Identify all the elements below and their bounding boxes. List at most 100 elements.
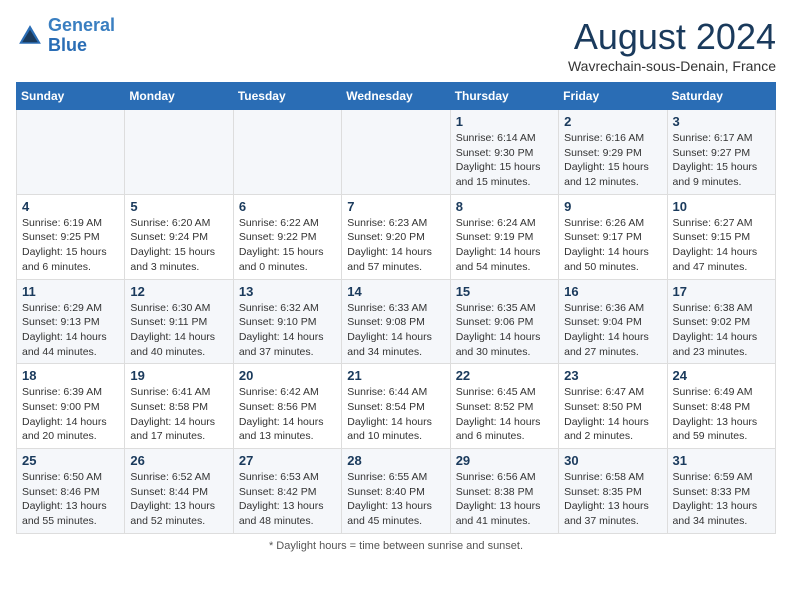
- page-header: General Blue August 2024 Wavrechain-sous…: [16, 16, 776, 74]
- day-number: 5: [130, 199, 227, 214]
- location: Wavrechain-sous-Denain, France: [568, 58, 776, 74]
- logo-text: General Blue: [48, 16, 115, 56]
- calendar-cell: 10 Sunrise: 6:27 AM Sunset: 9:15 PM Dayli…: [667, 194, 775, 279]
- day-info: Sunrise: 6:42 AM Sunset: 8:56 PM Dayligh…: [239, 385, 336, 444]
- day-info: Sunrise: 6:24 AM Sunset: 9:19 PM Dayligh…: [456, 216, 553, 275]
- day-info: Sunrise: 6:17 AM Sunset: 9:27 PM Dayligh…: [673, 131, 770, 190]
- col-header-monday: Monday: [125, 83, 233, 110]
- day-info: Sunrise: 6:59 AM Sunset: 8:33 PM Dayligh…: [673, 470, 770, 529]
- calendar-cell: [125, 110, 233, 195]
- day-info: Sunrise: 6:27 AM Sunset: 9:15 PM Dayligh…: [673, 216, 770, 275]
- day-number: 15: [456, 284, 553, 299]
- week-row-3: 11Sunrise: 6:29 AM Sunset: 9:13 PM Dayli…: [17, 279, 776, 364]
- footer-note-text: Daylight hours: [276, 540, 346, 552]
- calendar-cell: 15 Sunrise: 6:35 AM Sunset: 9:06 PM Dayli…: [450, 279, 558, 364]
- day-number: 27: [239, 453, 336, 468]
- calendar-cell: [17, 110, 125, 195]
- calendar-cell: 29 Sunrise: 6:56 AM Sunset: 8:38 PM Dayli…: [450, 449, 558, 534]
- calendar-cell: 30Sunrise: 6:58 AM Sunset: 8:35 PM Dayli…: [559, 449, 667, 534]
- day-number: 26: [130, 453, 227, 468]
- day-number: 16: [564, 284, 661, 299]
- calendar-cell: 22 Sunrise: 6:45 AM Sunset: 8:52 PM Dayli…: [450, 364, 558, 449]
- calendar-cell: [233, 110, 341, 195]
- day-info: Sunrise: 6:35 AM Sunset: 9:06 PM Dayligh…: [456, 301, 553, 360]
- day-number: 9: [564, 199, 661, 214]
- day-info: Sunrise: 6:14 AM Sunset: 9:30 PM Dayligh…: [456, 131, 553, 190]
- day-info: Sunrise: 6:23 AM Sunset: 9:20 PM Dayligh…: [347, 216, 444, 275]
- day-number: 6: [239, 199, 336, 214]
- day-info: Sunrise: 6:16 AM Sunset: 9:29 PM Dayligh…: [564, 131, 661, 190]
- calendar-table: SundayMondayTuesdayWednesdayThursdayFrid…: [16, 82, 776, 534]
- day-number: 21: [347, 368, 444, 383]
- day-number: 14: [347, 284, 444, 299]
- calendar-cell: 14 Sunrise: 6:33 AM Sunset: 9:08 PM Dayli…: [342, 279, 450, 364]
- day-number: 19: [130, 368, 227, 383]
- day-number: 8: [456, 199, 553, 214]
- day-info: Sunrise: 6:38 AM Sunset: 9:02 PM Dayligh…: [673, 301, 770, 360]
- day-info: Sunrise: 6:47 AM Sunset: 8:50 PM Dayligh…: [564, 385, 661, 444]
- day-number: 13: [239, 284, 336, 299]
- day-number: 23: [564, 368, 661, 383]
- day-number: 10: [673, 199, 770, 214]
- week-row-2: 4 Sunrise: 6:19 AM Sunset: 9:25 PM Daylig…: [17, 194, 776, 279]
- calendar-cell: 8 Sunrise: 6:24 AM Sunset: 9:19 PM Daylig…: [450, 194, 558, 279]
- calendar-cell: 9 Sunrise: 6:26 AM Sunset: 9:17 PM Daylig…: [559, 194, 667, 279]
- day-info: Sunrise: 6:52 AM Sunset: 8:44 PM Dayligh…: [130, 470, 227, 529]
- day-number: 1: [456, 114, 553, 129]
- calendar-cell: 5 Sunrise: 6:20 AM Sunset: 9:24 PM Daylig…: [125, 194, 233, 279]
- day-info: Sunrise: 6:26 AM Sunset: 9:17 PM Dayligh…: [564, 216, 661, 275]
- calendar-cell: 17 Sunrise: 6:38 AM Sunset: 9:02 PM Dayli…: [667, 279, 775, 364]
- day-number: 28: [347, 453, 444, 468]
- day-info: Sunrise: 6:30 AM Sunset: 9:11 PM Dayligh…: [130, 301, 227, 360]
- day-number: 11: [22, 284, 119, 299]
- col-header-tuesday: Tuesday: [233, 83, 341, 110]
- title-block: August 2024 Wavrechain-sous-Denain, Fran…: [568, 16, 776, 74]
- day-number: 24: [673, 368, 770, 383]
- day-info: Sunrise: 6:49 AM Sunset: 8:48 PM Dayligh…: [673, 385, 770, 444]
- col-header-wednesday: Wednesday: [342, 83, 450, 110]
- day-info: Sunrise: 6:45 AM Sunset: 8:52 PM Dayligh…: [456, 385, 553, 444]
- calendar-cell: [342, 110, 450, 195]
- day-number: 22: [456, 368, 553, 383]
- calendar-cell: 7Sunrise: 6:23 AM Sunset: 9:20 PM Daylig…: [342, 194, 450, 279]
- calendar-cell: 19 Sunrise: 6:41 AM Sunset: 8:58 PM Dayli…: [125, 364, 233, 449]
- col-header-thursday: Thursday: [450, 83, 558, 110]
- day-number: 29: [456, 453, 553, 468]
- calendar-cell: 16Sunrise: 6:36 AM Sunset: 9:04 PM Dayli…: [559, 279, 667, 364]
- day-info: Sunrise: 6:19 AM Sunset: 9:25 PM Dayligh…: [22, 216, 119, 275]
- day-number: 12: [130, 284, 227, 299]
- day-info: Sunrise: 6:20 AM Sunset: 9:24 PM Dayligh…: [130, 216, 227, 275]
- calendar-cell: 20Sunrise: 6:42 AM Sunset: 8:56 PM Dayli…: [233, 364, 341, 449]
- col-header-sunday: Sunday: [17, 83, 125, 110]
- day-info: Sunrise: 6:41 AM Sunset: 8:58 PM Dayligh…: [130, 385, 227, 444]
- week-row-1: 1 Sunrise: 6:14 AM Sunset: 9:30 PM Daylig…: [17, 110, 776, 195]
- calendar-cell: 24 Sunrise: 6:49 AM Sunset: 8:48 PM Dayli…: [667, 364, 775, 449]
- week-row-5: 25 Sunrise: 6:50 AM Sunset: 8:46 PM Dayli…: [17, 449, 776, 534]
- month-title: August 2024: [568, 16, 776, 58]
- calendar-cell: 1 Sunrise: 6:14 AM Sunset: 9:30 PM Daylig…: [450, 110, 558, 195]
- calendar-cell: 12 Sunrise: 6:30 AM Sunset: 9:11 PM Dayli…: [125, 279, 233, 364]
- day-info: Sunrise: 6:55 AM Sunset: 8:40 PM Dayligh…: [347, 470, 444, 529]
- day-info: Sunrise: 6:32 AM Sunset: 9:10 PM Dayligh…: [239, 301, 336, 360]
- calendar-cell: 23 Sunrise: 6:47 AM Sunset: 8:50 PM Dayli…: [559, 364, 667, 449]
- week-row-4: 18 Sunrise: 6:39 AM Sunset: 9:00 PM Dayli…: [17, 364, 776, 449]
- calendar-cell: 25 Sunrise: 6:50 AM Sunset: 8:46 PM Dayli…: [17, 449, 125, 534]
- calendar-cell: 21 Sunrise: 6:44 AM Sunset: 8:54 PM Dayli…: [342, 364, 450, 449]
- day-number: 4: [22, 199, 119, 214]
- col-header-friday: Friday: [559, 83, 667, 110]
- calendar-cell: 3Sunrise: 6:17 AM Sunset: 9:27 PM Daylig…: [667, 110, 775, 195]
- logo: General Blue: [16, 16, 115, 56]
- day-info: Sunrise: 6:33 AM Sunset: 9:08 PM Dayligh…: [347, 301, 444, 360]
- day-info: Sunrise: 6:39 AM Sunset: 9:00 PM Dayligh…: [22, 385, 119, 444]
- day-number: 25: [22, 453, 119, 468]
- day-number: 17: [673, 284, 770, 299]
- day-info: Sunrise: 6:50 AM Sunset: 8:46 PM Dayligh…: [22, 470, 119, 529]
- calendar-cell: 18 Sunrise: 6:39 AM Sunset: 9:00 PM Dayli…: [17, 364, 125, 449]
- day-info: Sunrise: 6:56 AM Sunset: 8:38 PM Dayligh…: [456, 470, 553, 529]
- calendar-cell: 2Sunrise: 6:16 AM Sunset: 9:29 PM Daylig…: [559, 110, 667, 195]
- calendar-cell: 13 Sunrise: 6:32 AM Sunset: 9:10 PM Dayli…: [233, 279, 341, 364]
- day-info: Sunrise: 6:22 AM Sunset: 9:22 PM Dayligh…: [239, 216, 336, 275]
- day-info: Sunrise: 6:44 AM Sunset: 8:54 PM Dayligh…: [347, 385, 444, 444]
- day-info: Sunrise: 6:53 AM Sunset: 8:42 PM Dayligh…: [239, 470, 336, 529]
- day-number: 18: [22, 368, 119, 383]
